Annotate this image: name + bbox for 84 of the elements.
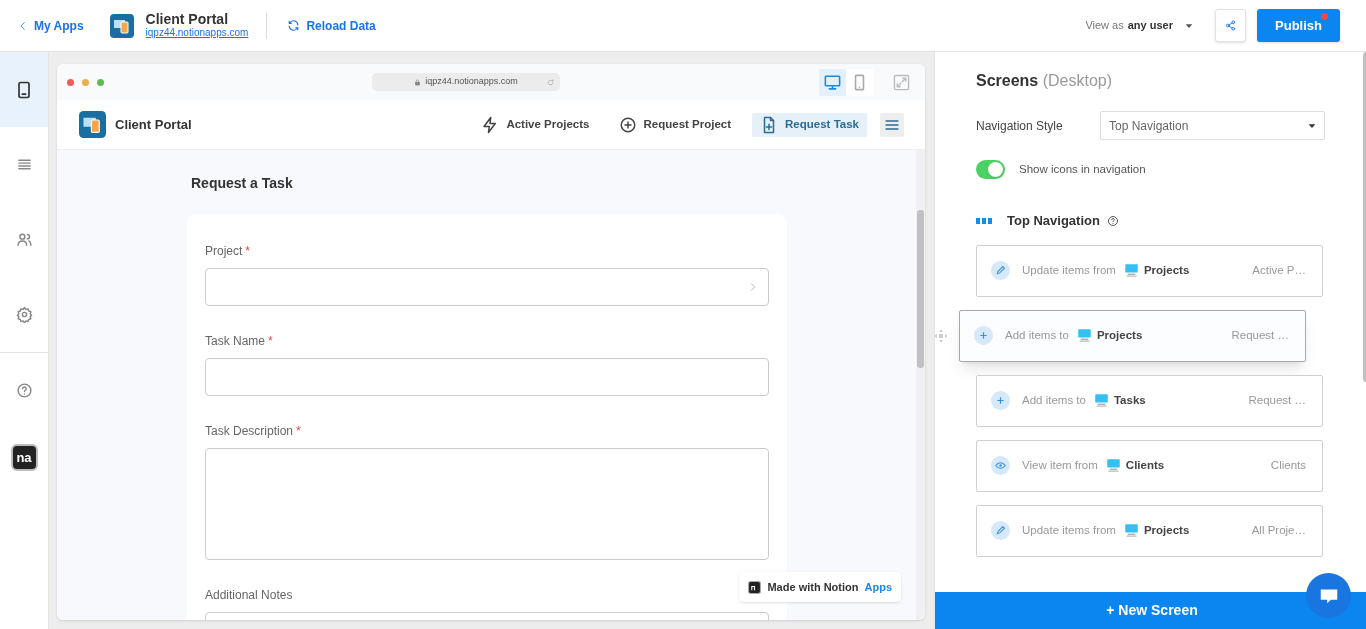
help-icon[interactable] xyxy=(1106,214,1119,227)
nav-link[interactable]: Request Task xyxy=(752,112,867,137)
app-icon xyxy=(109,13,134,38)
field-label: Navigation Style xyxy=(976,117,1064,135)
plus-icon xyxy=(974,326,993,345)
users-icon[interactable] xyxy=(15,231,33,248)
dots-icon xyxy=(976,217,992,224)
monitor-icon xyxy=(1093,393,1109,408)
scrollbar-thumb[interactable] xyxy=(917,210,924,368)
logo[interactable]: na xyxy=(10,444,38,471)
chevron-left-icon xyxy=(18,20,28,31)
reload-data-button[interactable]: Reload Data xyxy=(287,16,376,35)
input-field[interactable] xyxy=(205,358,769,396)
monitor-icon xyxy=(1123,523,1139,538)
screen-name: Clients xyxy=(1270,457,1306,473)
app-title: Client Portal xyxy=(115,115,192,134)
chevron-right-icon xyxy=(748,282,758,292)
url-text: iqpz44.notionapps.com xyxy=(425,75,518,89)
help-icon[interactable] xyxy=(15,382,33,399)
settings-icon[interactable] xyxy=(15,306,33,323)
screen-name: Request … xyxy=(1231,327,1289,343)
text-area[interactable] xyxy=(205,448,769,560)
nav-link[interactable]: Active Projects xyxy=(473,112,598,137)
reload-icon[interactable] xyxy=(547,78,554,86)
plus-circle-icon xyxy=(618,115,637,134)
monitor-icon xyxy=(1076,328,1092,343)
screen-action: Add items to xyxy=(1022,392,1086,408)
field-label: Task Description * xyxy=(205,423,301,440)
screen-action: Add items to xyxy=(1005,327,1069,343)
page-title: Request a Task xyxy=(191,174,294,193)
new-screen-button[interactable]: + New Screen xyxy=(935,592,1366,629)
caret-down-icon xyxy=(1308,121,1316,130)
menu-button[interactable] xyxy=(880,112,904,137)
screen-card[interactable]: Add items to Tasks Request … xyxy=(976,374,1323,427)
screen-source: Tasks xyxy=(1113,392,1146,408)
screen-action: Update items from xyxy=(1022,522,1116,538)
monitor-icon xyxy=(823,72,842,92)
field-label: Project * xyxy=(205,243,251,260)
app-name: Client Portal xyxy=(145,12,230,26)
screen-source: Clients xyxy=(1125,457,1165,473)
screen-action: Update items from xyxy=(1022,262,1116,278)
caret-down-icon xyxy=(1185,21,1193,30)
desktop-view-button[interactable] xyxy=(819,68,846,96)
app-icon xyxy=(79,111,106,138)
screen-name: Active P… xyxy=(1252,262,1306,278)
screen-source: Projects xyxy=(1096,327,1143,343)
navigation-style-dropdown[interactable]: Top Navigation xyxy=(1100,111,1325,140)
monitor-icon xyxy=(1105,458,1121,473)
pencil-icon xyxy=(991,261,1010,280)
panel-title: Screens (Desktop) xyxy=(976,71,1114,91)
share-icon xyxy=(1225,20,1236,31)
eye-icon xyxy=(991,456,1010,475)
mobile-view-button[interactable] xyxy=(846,68,873,96)
select-field[interactable] xyxy=(205,268,769,306)
toggle-switch[interactable] xyxy=(976,160,1005,179)
screen-source: Projects xyxy=(1143,262,1190,278)
field-label: Task Name * xyxy=(205,333,273,350)
toggle-label: Show icons in navigation xyxy=(1019,161,1146,177)
screen-card[interactable]: Update items from Projects Active P… xyxy=(976,244,1323,297)
refresh-icon xyxy=(287,19,301,32)
lock-icon xyxy=(414,78,422,86)
expand-icon[interactable] xyxy=(893,73,910,91)
section-title: Top Navigation xyxy=(1007,212,1100,230)
made-with-badge[interactable]: Made with Notion Apps xyxy=(739,572,901,602)
screen-source: Projects xyxy=(1143,522,1190,538)
back-link[interactable]: My Apps xyxy=(18,16,84,35)
publish-button[interactable]: Publish xyxy=(1257,9,1340,42)
screen-name: All Proje… xyxy=(1251,522,1306,538)
app-url-link[interactable]: iqpz44.notionapps.com xyxy=(145,25,249,39)
screen-name: Request … xyxy=(1248,392,1306,408)
nav-link[interactable]: Request Project xyxy=(610,112,740,137)
drag-handle-icon[interactable] xyxy=(935,327,949,344)
plus-icon xyxy=(991,391,1010,410)
view-as-dropdown[interactable]: View as any user xyxy=(1085,17,1193,34)
address-bar[interactable]: iqpz44.notionapps.com xyxy=(372,73,560,91)
field-label: Additional Notes xyxy=(205,587,293,604)
logo-icon xyxy=(748,580,762,594)
share-button[interactable] xyxy=(1215,9,1246,42)
screen-card[interactable]: Update items from Projects All Proje… xyxy=(976,504,1323,557)
screen-card[interactable]: View item from Clients Clients xyxy=(976,439,1323,492)
screen-action: View item from xyxy=(1022,457,1098,473)
monitor-icon xyxy=(1123,263,1139,278)
screen-card[interactable]: Add items to Projects Request … xyxy=(959,309,1306,362)
pencil-icon xyxy=(991,521,1010,540)
